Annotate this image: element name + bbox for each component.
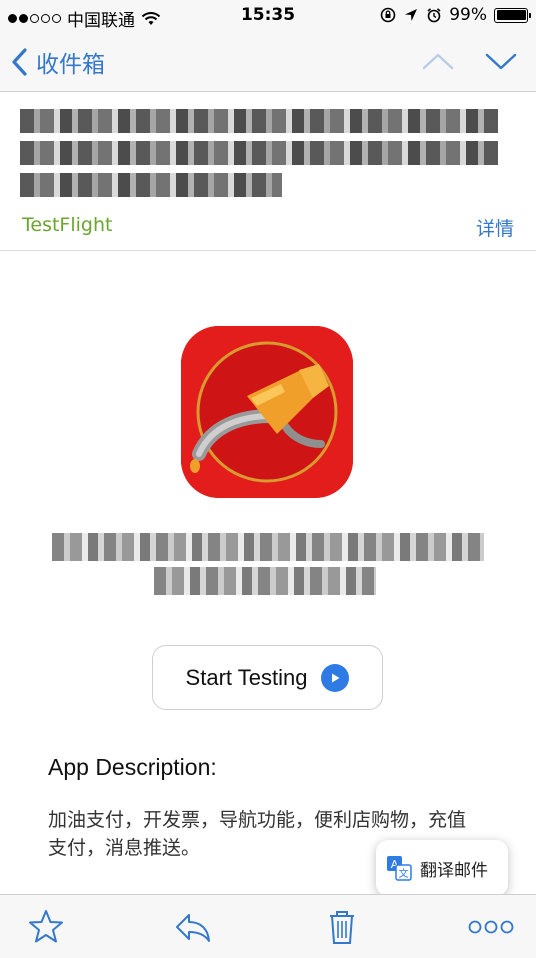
description-title: App Description: bbox=[48, 754, 217, 780]
sender-name[interactable]: TestFlight bbox=[22, 214, 112, 236]
back-button[interactable]: 收件箱 bbox=[10, 45, 105, 79]
reply-icon[interactable] bbox=[173, 907, 213, 947]
app-icon bbox=[181, 326, 353, 498]
battery-percent: 99% bbox=[449, 5, 487, 25]
translate-label: 翻译邮件 bbox=[420, 860, 488, 881]
trash-icon[interactable] bbox=[322, 907, 362, 947]
location-icon bbox=[405, 9, 418, 21]
translate-icon: A 文 bbox=[387, 856, 412, 881]
redacted-app-line bbox=[52, 533, 484, 561]
redacted-subject bbox=[20, 109, 498, 205]
svg-text:文: 文 bbox=[399, 867, 409, 880]
play-icon bbox=[321, 663, 350, 692]
status-right: 99% bbox=[380, 5, 531, 25]
more-icon[interactable] bbox=[466, 907, 516, 947]
redacted-app-line bbox=[154, 567, 376, 595]
star-icon[interactable] bbox=[26, 907, 66, 947]
back-label: 收件箱 bbox=[36, 52, 105, 78]
bottom-toolbar bbox=[0, 894, 536, 958]
nav-bar: 收件箱 bbox=[0, 32, 536, 92]
translate-email-button[interactable]: A 文 翻译邮件 bbox=[376, 840, 508, 896]
details-link[interactable]: 详情 bbox=[476, 214, 514, 241]
chevron-down-icon[interactable] bbox=[484, 48, 518, 74]
alarm-icon bbox=[427, 8, 441, 23]
email-header: TestFlight 详情 bbox=[0, 93, 536, 251]
redacted-line bbox=[20, 141, 498, 165]
redacted-line bbox=[20, 173, 282, 197]
rotation-lock-icon bbox=[380, 7, 396, 23]
start-testing-button[interactable]: Start Testing bbox=[152, 645, 383, 710]
redacted-line bbox=[20, 109, 498, 133]
battery-icon bbox=[494, 7, 531, 23]
chevron-left-icon bbox=[12, 48, 27, 76]
start-testing-label: Start Testing bbox=[185, 664, 308, 690]
chevron-up-icon[interactable] bbox=[421, 48, 455, 74]
status-bar: 中国联通 15:35 99% bbox=[0, 0, 536, 32]
fuel-nozzle-icon bbox=[181, 326, 353, 498]
